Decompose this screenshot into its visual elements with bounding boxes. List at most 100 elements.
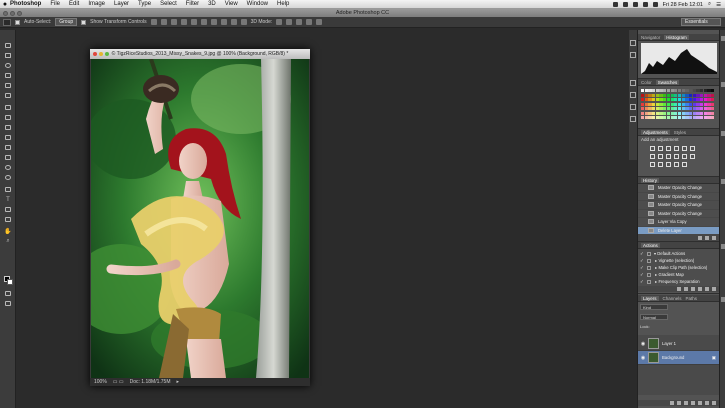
layer-name[interactable]: Background xyxy=(662,355,684,360)
align-center-icon[interactable] xyxy=(190,19,197,25)
visibility-eye-icon[interactable]: ◉ xyxy=(640,355,646,361)
distribute-v-icon[interactable] xyxy=(220,19,227,25)
quick-select-tool-icon[interactable] xyxy=(3,72,13,79)
bluetooth-icon[interactable] xyxy=(632,2,638,7)
color-swatch[interactable] xyxy=(711,89,715,93)
3d-rotate-icon[interactable] xyxy=(276,19,283,25)
menu-select[interactable]: Select xyxy=(160,1,177,7)
color-swatch[interactable] xyxy=(711,111,715,115)
posterize-icon[interactable] xyxy=(658,162,663,167)
menubar-clock[interactable]: Fri 28 Feb 12:01 xyxy=(663,2,703,8)
doc-close-icon[interactable] xyxy=(93,52,97,56)
layer-name[interactable]: Layer 1 xyxy=(662,341,676,346)
menu-file[interactable]: File xyxy=(50,1,60,7)
photo-filter-icon[interactable] xyxy=(674,154,679,159)
auto-align-icon[interactable] xyxy=(240,19,247,25)
menu-layer[interactable]: Layer xyxy=(114,1,129,7)
doc-minimize-icon[interactable] xyxy=(99,52,103,56)
clone-stamp-tool-icon[interactable] xyxy=(3,124,13,131)
delete-layer-icon[interactable] xyxy=(712,401,716,405)
align-bottom-icon[interactable] xyxy=(170,19,177,25)
shape-tool-icon[interactable] xyxy=(3,216,13,223)
wifi-icon[interactable] xyxy=(622,2,628,7)
new-document-from-state-icon[interactable] xyxy=(698,236,702,240)
tab-channels[interactable]: Channels xyxy=(663,296,682,301)
fx-icon[interactable] xyxy=(677,401,681,405)
dropbox-icon[interactable] xyxy=(612,2,618,7)
play-icon[interactable] xyxy=(691,287,695,291)
spotlight-icon[interactable]: ⌕ xyxy=(708,1,711,8)
status-icons[interactable]: ▭ ▭ xyxy=(113,379,124,385)
menu-edit[interactable]: Edit xyxy=(69,1,79,7)
hue-sat-icon[interactable] xyxy=(650,154,655,159)
lasso-tool-icon[interactable] xyxy=(3,62,13,69)
tab-adjustments[interactable]: Adjustments xyxy=(641,129,670,135)
distribute-h-icon[interactable] xyxy=(230,19,237,25)
new-set-icon[interactable] xyxy=(698,287,702,291)
selective-color-icon[interactable] xyxy=(682,162,687,167)
workspace-switcher[interactable]: Essentials xyxy=(681,18,721,26)
align-top-icon[interactable] xyxy=(150,19,157,25)
swatch-row[interactable] xyxy=(641,107,715,111)
3d-drag-icon[interactable] xyxy=(296,19,303,25)
tab-styles[interactable]: Styles xyxy=(674,130,686,135)
menu-3d[interactable]: 3D xyxy=(208,1,216,7)
menu-view[interactable]: View xyxy=(225,1,238,7)
window-controls[interactable] xyxy=(3,10,22,16)
healing-brush-tool-icon[interactable] xyxy=(3,104,13,111)
curves-icon[interactable] xyxy=(666,146,671,151)
document-tab[interactable]: © TigzRiceStudios_2013_Missy_Snakes_9.jp… xyxy=(90,49,310,59)
dodge-tool-icon[interactable] xyxy=(3,174,13,181)
layer-filter-dropdown[interactable]: Kind xyxy=(640,304,668,310)
3d-slide-icon[interactable] xyxy=(306,19,313,25)
add-mask-icon[interactable] xyxy=(684,401,688,405)
channel-mixer-icon[interactable] xyxy=(682,154,687,159)
menu-help[interactable]: Help xyxy=(277,1,289,7)
action-set[interactable]: ✓ ▾ Default Actions xyxy=(638,250,720,257)
crop-tool-icon[interactable] xyxy=(3,82,13,89)
align-middle-icon[interactable] xyxy=(160,19,167,25)
quick-mask-icon[interactable] xyxy=(3,290,13,297)
zoom-level[interactable]: 100% xyxy=(94,379,107,385)
screen-mode-icon[interactable] xyxy=(3,300,13,307)
tab-history[interactable]: History xyxy=(641,177,660,183)
type-tool-icon[interactable]: T xyxy=(3,196,13,203)
delete-state-icon[interactable] xyxy=(712,236,716,240)
tab-paths[interactable]: Paths xyxy=(686,296,698,301)
color-swatch[interactable] xyxy=(711,93,715,97)
history-item[interactable]: Master Opacity Change xyxy=(638,184,720,193)
eraser-tool-icon[interactable] xyxy=(3,144,13,151)
new-group-icon[interactable] xyxy=(698,401,702,405)
color-swatch[interactable] xyxy=(711,107,715,111)
distribute-icon[interactable] xyxy=(210,19,217,25)
marquee-tool-icon[interactable] xyxy=(3,52,13,59)
tab-navigator[interactable]: Navigator xyxy=(641,35,660,40)
blend-mode-dropdown[interactable]: Normal xyxy=(640,314,668,320)
tab-swatches[interactable]: Swatches xyxy=(655,79,680,85)
3d-scale-icon[interactable] xyxy=(316,19,323,25)
swatch-row[interactable] xyxy=(641,102,715,106)
swatch-row[interactable] xyxy=(641,98,715,102)
dock-character-icon[interactable] xyxy=(630,92,636,98)
move-tool-preset-icon[interactable] xyxy=(3,18,11,26)
color-balance-icon[interactable] xyxy=(658,154,663,159)
apple-icon[interactable]: ● xyxy=(0,1,10,8)
menu-image[interactable]: Image xyxy=(88,1,105,7)
auto-select-dropdown[interactable]: Group xyxy=(55,18,78,26)
auto-select-checkbox[interactable] xyxy=(15,19,20,25)
minimize-icon[interactable] xyxy=(10,10,15,16)
menu-type[interactable]: Type xyxy=(138,1,151,7)
action-item[interactable]: ✓ ▸ Gradient Map xyxy=(638,271,720,278)
dock-brush-icon[interactable] xyxy=(630,116,636,122)
vibrance-icon[interactable] xyxy=(682,146,687,151)
panel-menu-icon[interactable] xyxy=(721,179,725,184)
history-brush-tool-icon[interactable] xyxy=(3,134,13,141)
move-tool-icon[interactable] xyxy=(3,42,13,49)
delete-action-icon[interactable] xyxy=(712,287,716,291)
swatches-panel[interactable] xyxy=(638,86,720,128)
doc-size[interactable]: Doc: 1.18M/1.75M xyxy=(130,379,171,385)
brightness-icon[interactable] xyxy=(650,146,655,151)
tab-histogram[interactable]: Histogram xyxy=(664,34,689,40)
doc-zoom-icon[interactable] xyxy=(105,52,109,56)
panel-menu-icon[interactable] xyxy=(721,244,725,249)
